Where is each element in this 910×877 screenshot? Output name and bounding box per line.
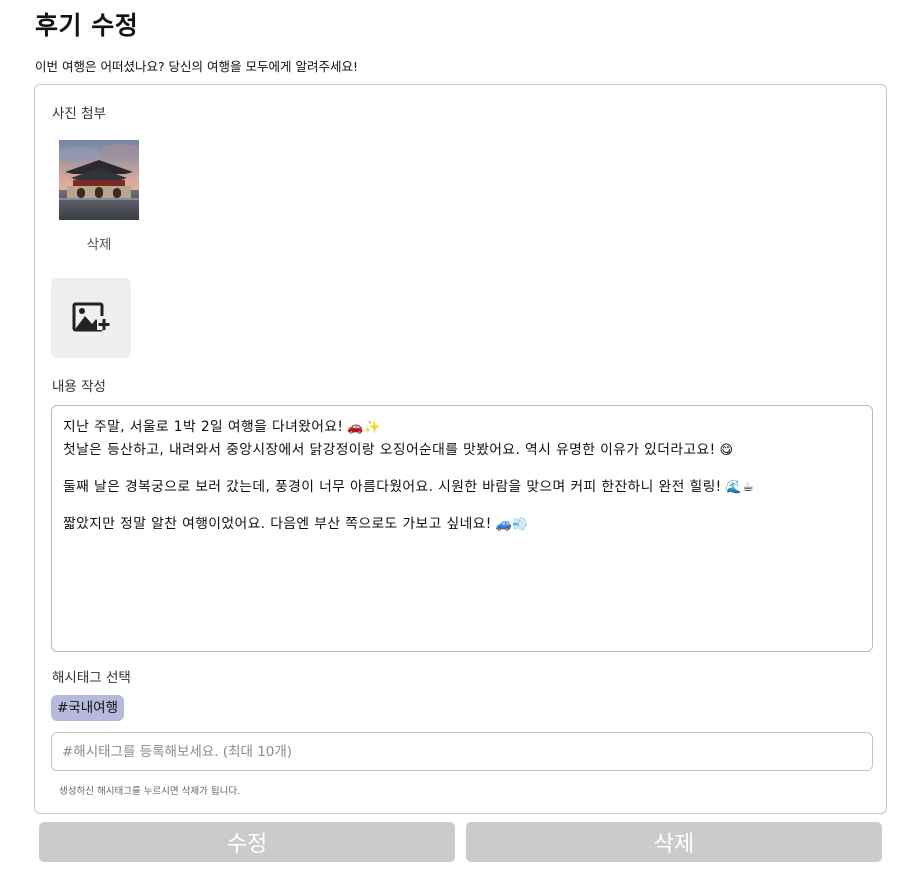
- edit-button[interactable]: 수정: [39, 822, 455, 862]
- car-sparkle-emoji: 🚗✨: [347, 420, 381, 435]
- delete-button[interactable]: 삭제: [466, 822, 882, 862]
- wave-coffee-emoji: 🌊☕: [725, 480, 755, 495]
- content-section-label: 내용 작성: [52, 379, 106, 395]
- add-photo-button[interactable]: [51, 278, 131, 358]
- page-subtitle: 이번 여행은 어떠셨나요? 당신의 여행을 모두에게 알려주세요!: [35, 59, 358, 74]
- hashtag-input[interactable]: [51, 732, 873, 771]
- add-photo-icon: [72, 302, 111, 332]
- hashtag-chip[interactable]: #국내여행: [51, 695, 124, 721]
- content-line: 짧았지만 정말 알찬 여행이었어요. 다음엔 부산 쪽으로도 가보고 싶네요! 🚙…: [63, 516, 529, 532]
- review-form-card: 사진 첨부 삭제 내용 작성 지난 주말, 서울로 1박 2일 여행을 다녀왔어…: [34, 84, 887, 814]
- hashtag-section-label: 해시태그 선택: [52, 670, 131, 686]
- review-content-textarea[interactable]: 지난 주말, 서울로 1박 2일 여행을 다녀왔어요! 🚗✨ 첫날은 등산하고, …: [51, 405, 873, 652]
- palace-photo-image: [59, 140, 139, 220]
- content-line: 지난 주말, 서울로 1박 2일 여행을 다녀왔어요! 🚗✨: [63, 419, 381, 435]
- content-line: 둘째 날은 경복궁으로 보러 갔는데, 풍경이 너무 아름다웠어요. 시원한 바…: [63, 479, 755, 495]
- photo-section-label: 사진 첨부: [52, 106, 106, 122]
- hashtag-hint: 생성하신 해시태그를 누르시면 삭제가 됩니다.: [59, 786, 241, 797]
- car-dash-emoji: 🚙💨: [495, 517, 529, 532]
- photo-delete-button[interactable]: 삭제: [59, 233, 139, 253]
- yum-emoji: 😋: [719, 443, 734, 458]
- attached-photo-thumbnail[interactable]: [59, 140, 139, 220]
- page-title: 후기 수정: [35, 11, 139, 40]
- content-line: 첫날은 등산하고, 내려와서 중앙시장에서 닭강정이랑 오징어순대를 맛봤어요.…: [63, 442, 734, 458]
